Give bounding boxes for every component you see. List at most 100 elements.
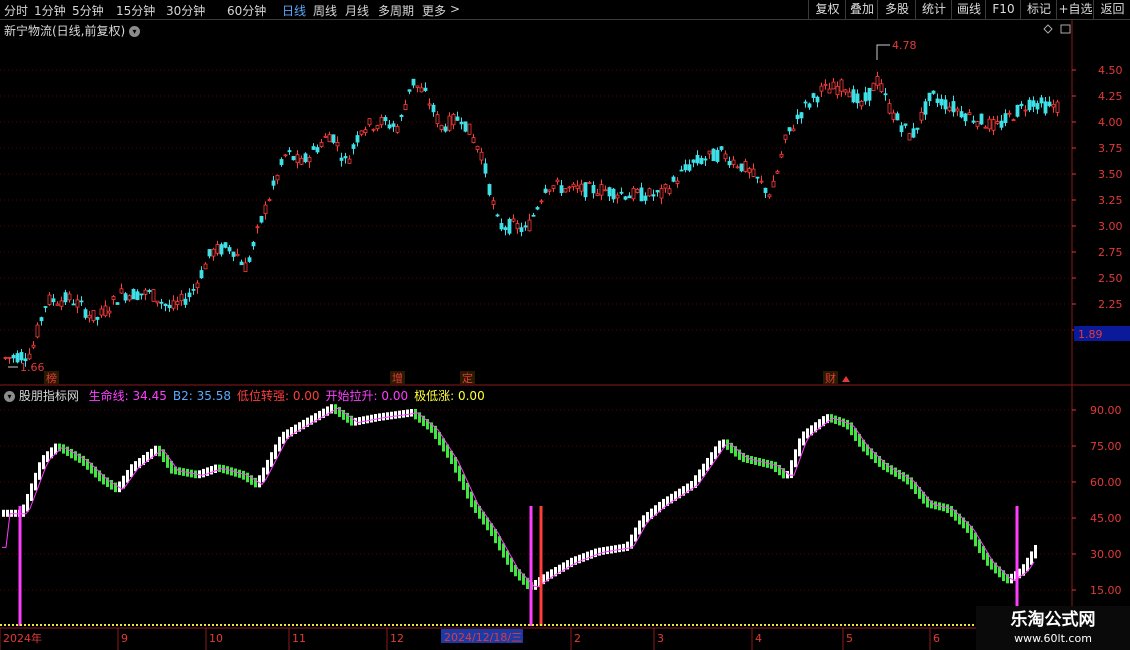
toolbar-button-2[interactable]: 多股 bbox=[877, 0, 916, 19]
indicator-bar bbox=[614, 545, 617, 553]
candle-body bbox=[103, 305, 108, 317]
diamond-icon[interactable] bbox=[1043, 24, 1053, 34]
event-marker-1: 增 bbox=[392, 371, 403, 385]
indicator-bar bbox=[130, 464, 133, 477]
candle-body bbox=[131, 288, 136, 300]
candle-body bbox=[187, 292, 192, 298]
candle-body bbox=[167, 304, 172, 309]
toolbar-button-3[interactable]: 统计 bbox=[915, 0, 952, 19]
candle-body bbox=[735, 166, 740, 169]
price-tick-label: 4.25 bbox=[1098, 90, 1123, 103]
toolbar-button-5[interactable]: F10 bbox=[985, 0, 1021, 19]
candle-body bbox=[419, 87, 424, 93]
candle-body bbox=[599, 184, 604, 196]
candle-body bbox=[975, 121, 980, 127]
candle-body bbox=[135, 291, 140, 301]
candle-body bbox=[487, 184, 492, 195]
candle-body bbox=[415, 85, 420, 88]
time-label-0: 2024年 bbox=[3, 631, 42, 645]
candle-body bbox=[191, 289, 196, 291]
candle-body bbox=[171, 300, 176, 309]
candle-body bbox=[199, 270, 204, 279]
timeframe-7[interactable]: 周线 bbox=[313, 2, 337, 19]
toolbar-button-0[interactable]: 复权 bbox=[808, 0, 846, 19]
timeframe-10[interactable]: 更多 bbox=[422, 2, 446, 19]
indicator-bar bbox=[26, 493, 29, 512]
candle-body bbox=[535, 207, 540, 210]
high-marker-line bbox=[876, 44, 890, 60]
candle-body bbox=[775, 170, 780, 174]
indicator-bar bbox=[626, 541, 629, 551]
indicator-bar bbox=[794, 449, 797, 468]
toolbar-button-4[interactable]: 画线 bbox=[951, 0, 986, 19]
timeframe-0[interactable]: 分时 bbox=[4, 2, 28, 19]
candle-body bbox=[479, 151, 484, 161]
indicator-tick-label: 90.00 bbox=[1090, 404, 1122, 417]
timeframe-4[interactable]: 30分钟 bbox=[166, 2, 205, 19]
candle-body bbox=[1031, 100, 1036, 107]
indicator-bar bbox=[622, 543, 625, 552]
timeframe-5[interactable]: 60分钟 bbox=[227, 2, 266, 19]
candle-body bbox=[119, 288, 124, 294]
toolbar-button-8[interactable]: 返回 bbox=[1093, 0, 1130, 19]
candle-body bbox=[591, 185, 596, 194]
toolbar-button-7[interactable]: +自选 bbox=[1056, 0, 1094, 19]
indicator-bar bbox=[274, 444, 277, 460]
candle-body bbox=[991, 119, 996, 131]
indicator-bar bbox=[746, 455, 749, 464]
candle-body bbox=[295, 154, 300, 164]
indicator-bar bbox=[946, 504, 949, 513]
candle-body bbox=[839, 79, 844, 92]
kline-chart[interactable]: 4.50 4.25 4.00 3.75 3.50 3.25 3.00 2.75 2.50 2.25… bbox=[0, 20, 1130, 650]
timeframe-3[interactable]: 15分钟 bbox=[116, 2, 155, 19]
candle-body bbox=[1051, 103, 1056, 108]
candle-body bbox=[707, 150, 712, 155]
candle-body bbox=[1055, 101, 1060, 113]
candle-body bbox=[31, 344, 36, 348]
timeframe-6[interactable]: 日线 bbox=[282, 2, 306, 19]
candle-body bbox=[719, 146, 724, 150]
candle-body bbox=[767, 194, 772, 198]
candle-body bbox=[51, 298, 56, 303]
timeframe-2[interactable]: 5分钟 bbox=[72, 2, 104, 19]
candle-body bbox=[919, 111, 924, 121]
candle-body bbox=[635, 188, 640, 193]
indicator-bar bbox=[838, 417, 841, 426]
candle-body bbox=[367, 118, 372, 126]
toolbar-button-6[interactable]: 标记 bbox=[1020, 0, 1057, 19]
candle-body bbox=[219, 244, 224, 255]
candle-body bbox=[827, 88, 832, 94]
indicator-bar bbox=[374, 413, 377, 422]
timeframe-8[interactable]: 月线 bbox=[345, 2, 369, 19]
candle-body bbox=[851, 89, 856, 103]
candle-body bbox=[239, 261, 244, 266]
indicator-bar bbox=[34, 472, 37, 491]
candle-body bbox=[139, 293, 144, 296]
candle-body bbox=[647, 188, 652, 197]
indicator-bar bbox=[2, 509, 5, 517]
candle-body bbox=[443, 126, 448, 132]
watermark-url: www.60lt.com bbox=[1014, 632, 1092, 645]
indicator-bar bbox=[710, 452, 713, 465]
toolbar-button-1[interactable]: 叠加 bbox=[845, 0, 878, 19]
chevron-right-icon[interactable]: > bbox=[450, 2, 460, 16]
indicator-bar bbox=[410, 409, 413, 417]
candle-body bbox=[883, 93, 888, 96]
candle-body bbox=[427, 103, 432, 106]
candle-body bbox=[979, 113, 984, 125]
timeframe-9[interactable]: 多周期 bbox=[378, 2, 414, 19]
candle-body bbox=[383, 117, 388, 122]
candle-body bbox=[3, 357, 8, 359]
candle-body bbox=[655, 190, 660, 193]
timeframe-1[interactable]: 1分钟 bbox=[34, 2, 66, 19]
candle-body bbox=[679, 169, 684, 172]
candle-body bbox=[483, 163, 488, 174]
candle-body bbox=[711, 148, 716, 162]
candle-body bbox=[587, 182, 592, 184]
window-icon[interactable] bbox=[1060, 24, 1071, 34]
indicator-bar bbox=[46, 451, 49, 463]
price-tick-label: 4.50 bbox=[1098, 64, 1123, 77]
candle-body bbox=[571, 183, 576, 187]
candle-body bbox=[867, 87, 872, 101]
candle-body bbox=[939, 98, 944, 106]
